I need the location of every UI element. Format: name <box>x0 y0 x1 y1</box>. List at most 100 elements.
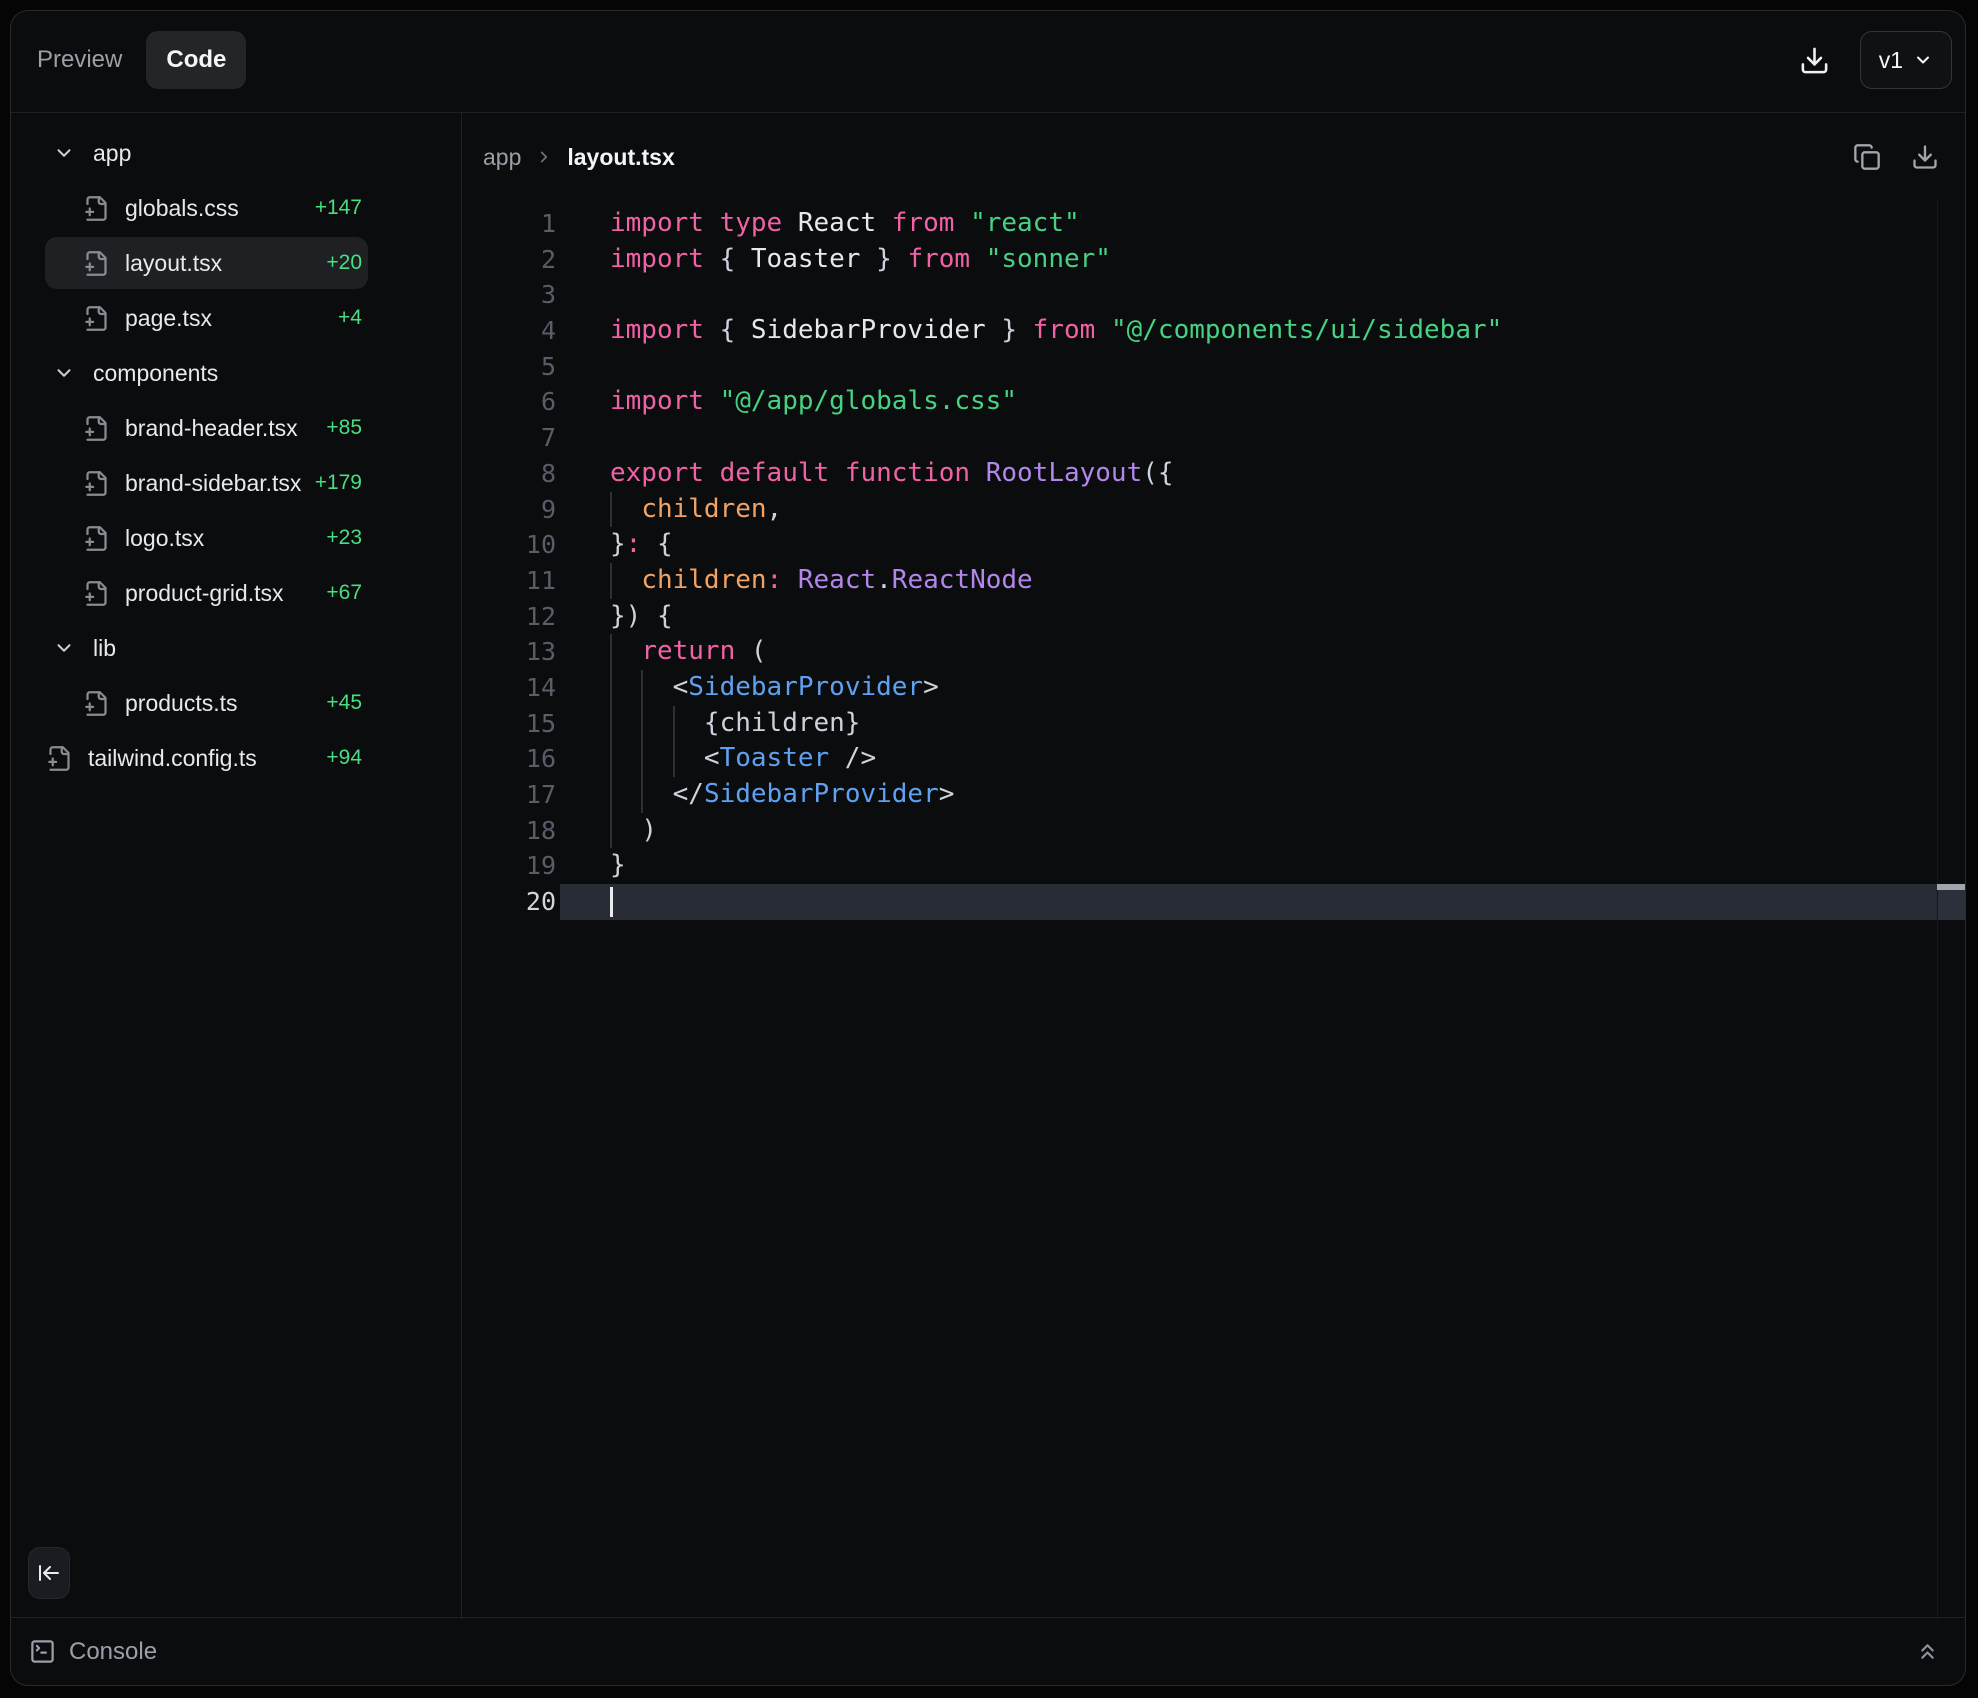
tree-file-brand-header-tsx[interactable]: brand-header.tsx +85 <box>45 402 368 454</box>
text-cursor <box>610 887 613 917</box>
file-plus-icon <box>83 690 110 717</box>
tree-file-product-grid-tsx[interactable]: product-grid.tsx +67 <box>45 567 368 619</box>
file-plus-icon <box>83 250 110 277</box>
copy-code-button[interactable] <box>1853 143 1881 171</box>
chevron-down-icon <box>1913 50 1933 70</box>
line-text: import "@/app/globals.css" <box>610 384 1965 420</box>
line-text: }: { <box>610 527 1965 563</box>
code-area[interactable]: 1import type React from "react"2 import {… <box>462 201 1965 1619</box>
tree-item-label: globals.css <box>125 195 239 222</box>
console-bar[interactable]: Console <box>11 1617 1965 1685</box>
line-text: import { Toaster } from "sonner" <box>610 242 1965 278</box>
tree-file-page-tsx[interactable]: page.tsx+4 <box>45 292 368 344</box>
code-line-18[interactable]: 18 ) <box>462 813 1965 849</box>
tree-item-label: brand-header.tsx <box>125 415 298 442</box>
tree-file-logo-tsx[interactable]: logo.tsx +23 <box>45 512 368 564</box>
tab-preview[interactable]: Preview <box>37 46 122 74</box>
code-line-5[interactable]: 5 <box>462 349 1965 385</box>
line-number: 17 <box>462 777 556 813</box>
indent-guide <box>610 706 612 742</box>
tree-folder-components[interactable]: components <box>45 347 368 399</box>
indent-guide <box>641 777 643 813</box>
code-editor-panel: app layout.tsx <box>462 113 1965 1619</box>
download-icon <box>1799 45 1830 76</box>
line-text: <SidebarProvider> <box>610 670 1965 706</box>
download-file-button[interactable] <box>1911 143 1939 171</box>
line-text: {children} <box>610 706 1965 742</box>
code-line-14[interactable]: 14 <SidebarProvider> <box>462 670 1965 706</box>
code-line-1[interactable]: 1import type React from "react" <box>462 206 1965 242</box>
code-line-17[interactable]: 17 </SidebarProvider> <box>462 777 1965 813</box>
tree-file-globals-css[interactable]: globals.css+147 <box>45 182 368 234</box>
version-dropdown[interactable]: v1 <box>1860 31 1952 89</box>
code-line-8[interactable]: 8export default function RootLayout({ <box>462 456 1965 492</box>
tree-file-products-ts[interactable]: products.ts+45 <box>45 677 368 729</box>
code-line-13[interactable]: 13 return ( <box>462 634 1965 670</box>
indent-guide <box>610 563 612 599</box>
copy-icon <box>1853 143 1881 171</box>
line-text <box>610 420 1965 456</box>
line-text: <Toaster /> <box>610 741 1965 777</box>
diff-added-badge: +23 <box>326 526 368 550</box>
indent-guide <box>610 492 612 528</box>
indent-guide <box>673 706 675 742</box>
breadcrumb-dir[interactable]: app <box>483 144 521 171</box>
chevron-down-icon <box>53 362 75 384</box>
console-label: Console <box>69 1638 157 1666</box>
code-line-16[interactable]: 16 <Toaster /> <box>462 741 1965 777</box>
indent-guide <box>610 634 612 670</box>
code-line-9[interactable]: 9 children, <box>462 492 1965 528</box>
version-label: v1 <box>1879 47 1903 74</box>
collapse-sidebar-button[interactable] <box>28 1547 70 1599</box>
code-line-19[interactable]: 19} <box>462 848 1965 884</box>
tree-item-label: layout.tsx <box>125 250 222 277</box>
indent-guide <box>641 670 643 706</box>
tree-item-label: lib <box>93 635 116 662</box>
code-line-4[interactable]: 4import { SidebarProvider } from "@/comp… <box>462 313 1965 349</box>
tree-item-label: product-grid.tsx <box>125 580 284 607</box>
download-icon <box>1911 143 1939 171</box>
line-text: </SidebarProvider> <box>610 777 1965 813</box>
tree-file-layout-tsx[interactable]: layout.tsx+20 <box>45 237 368 289</box>
diff-added-badge: +67 <box>326 581 368 605</box>
tree-folder-lib[interactable]: lib <box>45 622 368 674</box>
indent-guide <box>641 741 643 777</box>
line-text: import { SidebarProvider } from "@/compo… <box>610 313 1965 349</box>
line-text: return ( <box>610 634 1965 670</box>
file-plus-icon <box>83 305 110 332</box>
tree-item-label: components <box>93 360 218 387</box>
indent-guide <box>610 813 612 849</box>
diff-added-badge: +85 <box>326 416 368 440</box>
line-text: } <box>610 848 1965 884</box>
line-number: 19 <box>462 848 556 884</box>
file-plus-icon <box>83 525 110 552</box>
code-line-12[interactable]: 12}) { <box>462 599 1965 635</box>
code-line-10[interactable]: 10}: { <box>462 527 1965 563</box>
code-line-3[interactable]: 3 <box>462 277 1965 313</box>
code-line-7[interactable]: 7 <box>462 420 1965 456</box>
tree-file-tailwind-config-ts[interactable]: tailwind.config.ts+94 <box>45 732 368 784</box>
line-text: import type React from "react" <box>610 206 1965 242</box>
tree-item-label: app <box>93 140 131 167</box>
line-number: 20 <box>462 884 556 920</box>
tree-file-brand-sidebar-tsx[interactable]: brand-sidebar.tsx+179 <box>45 457 368 509</box>
download-project-button[interactable] <box>1799 45 1830 76</box>
code-line-11[interactable]: 11 children: React.ReactNode <box>462 563 1965 599</box>
file-plus-icon <box>83 415 110 442</box>
code-workspace-window: Preview Code v1 appglobals.css+147layout… <box>10 10 1966 1686</box>
chevron-down-icon <box>53 142 75 164</box>
chevrons-up-icon[interactable] <box>1915 1639 1940 1664</box>
indent-guide <box>610 741 612 777</box>
code-line-15[interactable]: 15 {children} <box>462 706 1965 742</box>
tree-item-label: logo.tsx <box>125 525 204 552</box>
line-number: 2 <box>462 242 556 278</box>
tree-folder-app[interactable]: app <box>45 127 368 179</box>
line-text <box>610 884 1965 920</box>
line-text: }) { <box>610 599 1965 635</box>
line-number: 11 <box>462 563 556 599</box>
code-line-2[interactable]: 2 import { Toaster } from "sonner" <box>462 242 1965 278</box>
tab-code[interactable]: Code <box>146 31 246 89</box>
tree-item-label: brand-sidebar.tsx <box>125 470 301 497</box>
code-line-20[interactable]: 20 <box>462 884 1965 920</box>
code-line-6[interactable]: 6import "@/app/globals.css" <box>462 384 1965 420</box>
